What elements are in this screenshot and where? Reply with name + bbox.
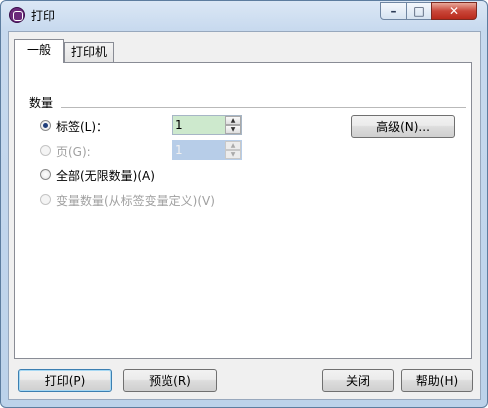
pages-radio-label: 页(G): [56,145,91,159]
labels-quantity-input[interactable] [173,116,225,134]
advanced-button[interactable]: 高级(N)... [351,115,455,138]
minimize-button[interactable]: – [380,2,407,20]
tab-general[interactable]: 一般 [14,39,64,63]
help-button[interactable]: 帮助(H) [401,369,473,392]
labels-quantity-stepper[interactable]: ▲ ▼ [172,115,242,135]
print-dialog-window: 打印 – □ ✕ 一般 打印机 数量 标签(L)： ▲ ▼ [0,0,488,408]
minimize-icon: – [390,4,397,18]
all-unlimited-radio[interactable] [40,169,51,180]
pages-radio[interactable] [40,145,51,156]
labels-spin-up-button[interactable]: ▲ [225,116,241,125]
title-bar[interactable]: 打印 – □ ✕ [1,1,487,29]
window-title: 打印 [31,9,56,23]
maximize-icon: □ [413,4,425,18]
labels-spin-down-button[interactable]: ▼ [225,125,241,134]
pages-quantity-input[interactable] [173,141,225,159]
close-button[interactable]: 关闭 [322,369,394,392]
dialog-client-area: 一般 打印机 数量 标签(L)： ▲ ▼ 页(G): ▲ ▼ [8,31,481,400]
all-unlimited-radio-label[interactable]: 全部(无限数量)(A) [56,167,155,184]
variable-quantity-radio[interactable] [40,194,51,205]
app-icon [9,7,25,23]
tab-printer[interactable]: 打印机 [64,42,114,63]
pages-spin-up-button[interactable]: ▲ [225,141,241,150]
pages-quantity-stepper[interactable]: ▲ ▼ [172,140,242,160]
labels-radio-label[interactable]: 标签(L)： [56,118,108,135]
group-divider [61,107,466,108]
variable-quantity-radio-label: 变量数量(从标签变量定义)(V) [56,194,215,208]
tab-panel-general: 数量 标签(L)： ▲ ▼ 页(G): ▲ ▼ 全部(无限数量)(A) [14,62,472,359]
print-button[interactable]: 打印(P) [18,369,112,392]
close-icon: ✕ [448,4,460,18]
pages-spin-down-button[interactable]: ▼ [225,150,241,159]
preview-button[interactable]: 预览(R) [123,369,217,392]
quantity-group-label: 数量 [29,94,58,111]
labels-radio[interactable] [40,120,51,131]
close-window-button[interactable]: ✕ [431,2,477,20]
maximize-button[interactable]: □ [406,2,432,20]
